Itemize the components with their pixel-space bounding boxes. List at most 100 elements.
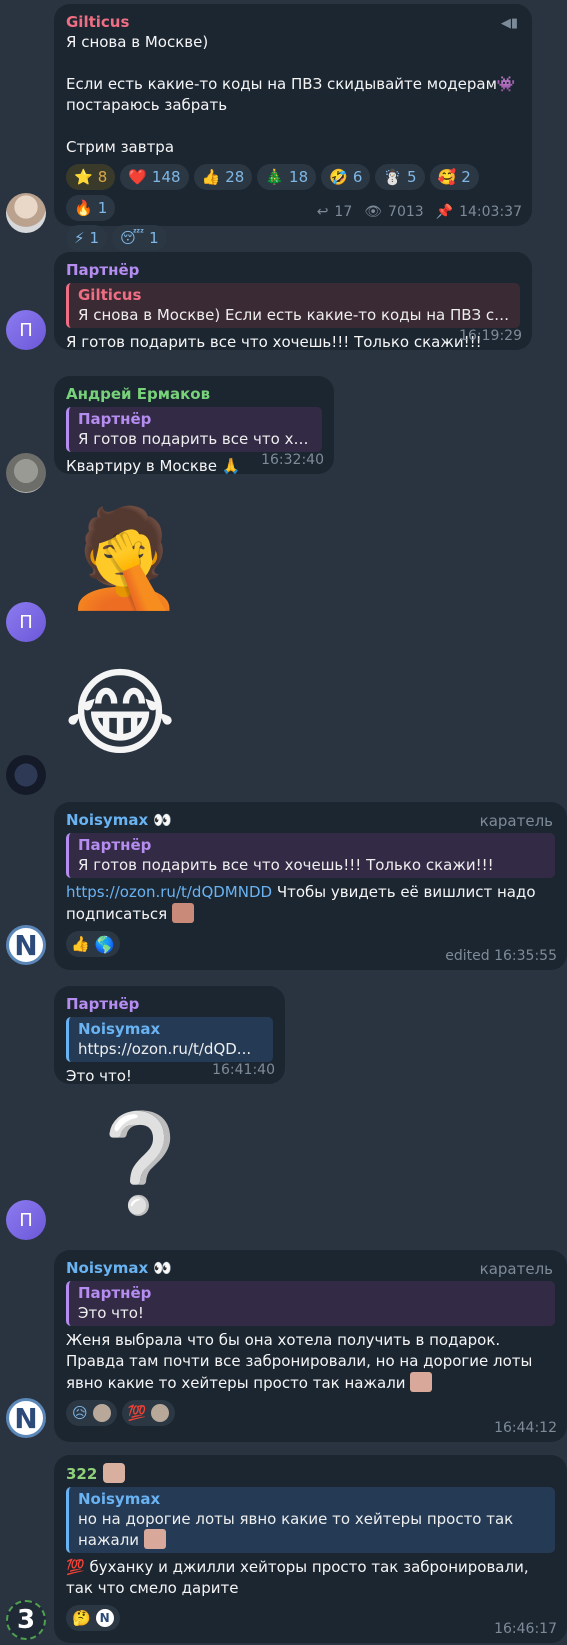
message-time: 16:44:12 bbox=[494, 1420, 557, 1436]
question-mark-sticker[interactable]: ❔ bbox=[80, 1115, 200, 1211]
reply-quote[interactable]: Партнёр Я готов подарить все что хо... bbox=[66, 407, 322, 452]
avatar[interactable] bbox=[6, 755, 46, 795]
message-meta: 16:44:12 bbox=[494, 1420, 557, 1436]
message-meta: ↩ 17 👁 7013 📌 14:03:37 bbox=[317, 204, 522, 220]
forward-icon: ↩ bbox=[316, 204, 329, 220]
reply-text: нажали bbox=[78, 1529, 547, 1550]
message-bubble[interactable]: Партнёр Noisymax https://ozon.ru/t/dQD..… bbox=[54, 986, 285, 1085]
message-time: edited 16:35:55 bbox=[445, 948, 557, 964]
reaction-thumbs-up[interactable]: 👍 🌎 bbox=[66, 931, 120, 957]
message-line: Стрим завтра bbox=[66, 138, 175, 156]
eye-icon: 👁 bbox=[364, 204, 383, 220]
reaction-snowman[interactable]: ☃️ 5 bbox=[375, 164, 425, 190]
message-bubble[interactable]: 322 Noisymax но на дорогие лоты явно как… bbox=[54, 1455, 567, 1643]
reaction-fire[interactable]: 🔥 1 bbox=[66, 195, 116, 221]
reaction-lightning[interactable]: ⚡ 1 bbox=[66, 225, 108, 251]
sender-name[interactable]: 322 bbox=[66, 1463, 555, 1484]
reaction-love[interactable]: 🥰 2 bbox=[429, 164, 479, 190]
message-bubble[interactable]: Андрей Ермаков Партнёр Я готов подарить … bbox=[54, 376, 334, 475]
reply-quote[interactable]: Noisymax но на дорогие лоты явно какие т… bbox=[66, 1487, 555, 1553]
reply-quote[interactable]: Партнёр Я готов подарить все что хочешь!… bbox=[66, 833, 555, 878]
speaker-icon: ◀▮ bbox=[500, 16, 518, 31]
view-count: 7013 bbox=[388, 204, 424, 220]
admin-tag: каратель bbox=[479, 1260, 553, 1278]
reply-author: Партнёр bbox=[78, 410, 152, 428]
message-meta: edited 16:35:55 bbox=[445, 948, 557, 964]
avatar[interactable] bbox=[6, 193, 46, 233]
avatar[interactable]: N bbox=[6, 1398, 46, 1438]
sender-name[interactable]: Партнёр bbox=[66, 994, 273, 1014]
reaction-sleeping[interactable]: 😴 1 bbox=[112, 225, 167, 251]
message-line: Правда там почти все забронировали, но н… bbox=[66, 1352, 533, 1370]
reply-text: Это что! bbox=[78, 1304, 144, 1322]
reaction-rofl[interactable]: 🤣 6 bbox=[321, 164, 371, 190]
message-line: постараюсь забрать bbox=[66, 96, 228, 114]
reply-text: Я готов подарить все что хо... bbox=[78, 430, 314, 448]
message-text: Я готов подарить все что хочешь!!! Тольк… bbox=[66, 333, 482, 351]
message-bubble[interactable]: Gilticus ◀▮ Я снова в Москве) Если есть … bbox=[54, 4, 532, 251]
avatar[interactable] bbox=[6, 453, 46, 493]
avatar[interactable]: П bbox=[6, 602, 46, 642]
avatar[interactable]: П bbox=[6, 1200, 46, 1240]
message-line bbox=[66, 53, 520, 74]
sender-name[interactable]: Партнёр bbox=[66, 260, 520, 280]
message-meta: 16:41:40 bbox=[212, 1062, 275, 1078]
reply-text: https://ozon.ru/t/dQD... bbox=[78, 1040, 252, 1058]
pin-icon: 📌 bbox=[435, 204, 454, 220]
reply-author: Noisymax bbox=[78, 1490, 161, 1508]
wishlist-link[interactable]: https://ozon.ru/t/dQDMNDD bbox=[66, 883, 272, 901]
reply-quote[interactable]: Партнёр Это что! bbox=[66, 1281, 555, 1326]
avatar[interactable]: 3 bbox=[6, 1600, 46, 1640]
reaction-tree[interactable]: 🎄 18 bbox=[257, 164, 317, 190]
message-line: Женя выбрала что бы она хотела получить … bbox=[66, 1331, 501, 1349]
message-line: Если есть какие-то коды на ПВЗ скидывайт… bbox=[66, 75, 516, 93]
reply-quote[interactable]: Gilticus Я снова в Москве) Если есть как… bbox=[66, 283, 520, 328]
message-text: https://ozon.ru/t/dQDMNDD Чтобы увидеть … bbox=[66, 883, 536, 901]
reactions-row: ⚡ 1 😴 1 bbox=[66, 225, 520, 251]
forward-count: 17 bbox=[334, 204, 353, 220]
reply-author: Gilticus bbox=[78, 286, 142, 304]
reactions-row: 😥 💯 bbox=[66, 1400, 555, 1426]
sender-name[interactable]: Gilticus bbox=[66, 12, 520, 32]
message-time: 16:46:17 bbox=[494, 1621, 557, 1637]
message-time: 14:03:37 bbox=[459, 204, 522, 220]
reaction-thinking[interactable]: 🤔 N bbox=[66, 1605, 120, 1631]
reaction-sad[interactable]: 😥 bbox=[66, 1400, 117, 1426]
message-time: 16:41:40 bbox=[212, 1062, 275, 1078]
reply-text: Я готов подарить все что хочешь!!! Тольк… bbox=[78, 856, 494, 874]
avatar[interactable]: П bbox=[6, 310, 46, 350]
reply-text: но на дорогие лоты явно какие то хейтеры… bbox=[78, 1510, 514, 1528]
reaction-thumbs-up[interactable]: 👍 28 bbox=[193, 164, 253, 190]
message-line: явно какие то хейтеры просто так нажали bbox=[66, 1372, 555, 1394]
message-line: так что смело дарите bbox=[66, 1579, 239, 1597]
sender-name[interactable]: Андрей Ермаков bbox=[66, 384, 322, 404]
message-meta: 16:32:40 bbox=[261, 452, 324, 468]
facepalm-sticker[interactable]: 🤦 bbox=[64, 510, 184, 606]
custom-emoji-icon bbox=[410, 1372, 433, 1392]
admin-tag: каратель bbox=[479, 812, 553, 830]
reply-author: Партнёр bbox=[78, 1284, 152, 1302]
reply-author: Партнёр bbox=[78, 836, 152, 854]
reply-author: Noisymax bbox=[78, 1020, 161, 1038]
message-line: 💯 буханку и джилли хейторы просто так за… bbox=[66, 1558, 529, 1576]
message-bubble[interactable]: Noisymax 👀 каратель Партнёр Это что! Жен… bbox=[54, 1250, 567, 1442]
message-time: 16:19:29 bbox=[459, 328, 522, 344]
reaction-star[interactable]: ⭐ 8 bbox=[66, 164, 116, 190]
message-line bbox=[66, 116, 520, 137]
avatar-mini-icon: N bbox=[95, 1609, 114, 1627]
message-text: подписаться bbox=[66, 903, 555, 925]
reaction-100[interactable]: 💯 bbox=[121, 1400, 176, 1426]
message-bubble[interactable]: Noisymax 👀 каратель Партнёр Я готов пода… bbox=[54, 802, 567, 970]
reaction-heart[interactable]: ❤️ 148 bbox=[120, 164, 189, 190]
custom-emoji-icon bbox=[102, 1463, 125, 1483]
laughing-sticker[interactable]: 😂 bbox=[64, 665, 176, 761]
avatar-mini-icon bbox=[92, 1404, 111, 1422]
message-meta: 16:19:29 bbox=[459, 328, 522, 344]
reactions-row: 🤔 N bbox=[66, 1605, 555, 1631]
message-time: 16:32:40 bbox=[261, 452, 324, 468]
custom-emoji-icon bbox=[171, 903, 194, 923]
reply-quote[interactable]: Noisymax https://ozon.ru/t/dQD... bbox=[66, 1017, 273, 1062]
message-bubble[interactable]: Партнёр Gilticus Я снова в Москве) Если … bbox=[54, 252, 532, 351]
message-line: Я снова в Москве) bbox=[66, 33, 209, 51]
avatar[interactable]: N bbox=[6, 925, 46, 965]
